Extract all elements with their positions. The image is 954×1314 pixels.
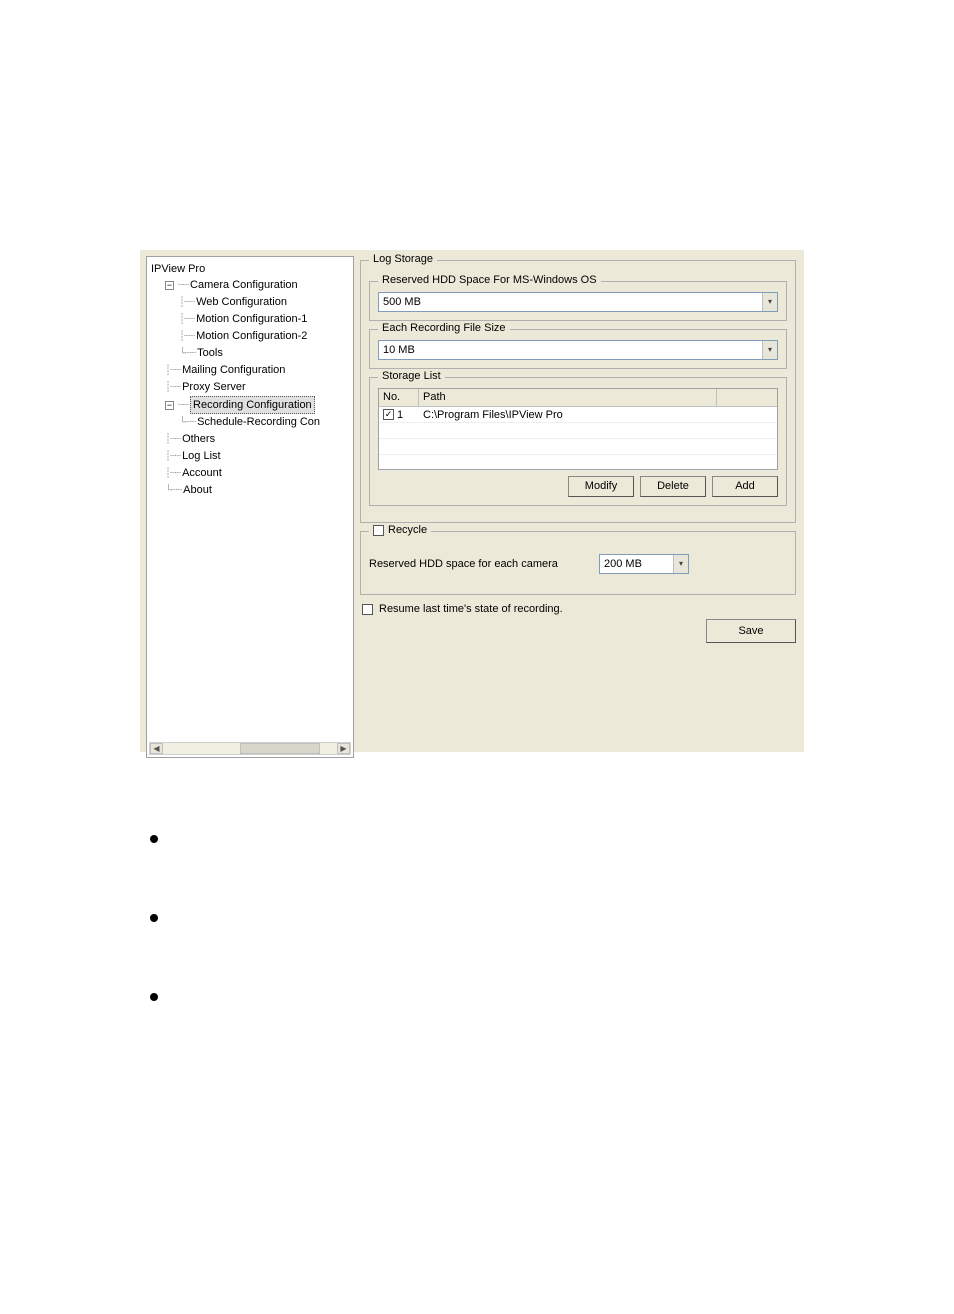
storage-list-group: Storage List No. Path ✓ 1 C:\Pr — [369, 377, 787, 506]
tree-item-proxy[interactable]: Proxy Server — [182, 379, 246, 395]
filesize-legend: Each Recording File Size — [378, 322, 510, 334]
reserved-os-legend: Reserved HDD Space For MS-Windows OS — [378, 274, 601, 286]
scroll-left-icon[interactable]: ◀ — [150, 743, 163, 754]
tree-item-about[interactable]: About — [183, 482, 212, 498]
log-storage-group: Log Storage Reserved HDD Space For MS-Wi… — [360, 260, 796, 523]
row-no: 1 — [397, 407, 403, 423]
scroll-right-icon[interactable]: ▶ — [337, 743, 350, 754]
tree-root-label[interactable]: IPView Pro — [151, 261, 205, 277]
resume-label: Resume last time's state of recording. — [379, 603, 563, 615]
recycle-checkbox[interactable] — [373, 525, 384, 536]
scroll-thumb[interactable] — [240, 743, 320, 754]
tree-item-others[interactable]: Others — [182, 431, 215, 447]
filesize-select[interactable]: 10 MB ▾ — [378, 340, 778, 360]
add-button[interactable]: Add — [712, 476, 778, 497]
recycle-value: 200 MB — [604, 558, 642, 570]
storage-buttons: Modify Delete Add — [378, 476, 778, 497]
modify-button[interactable]: Modify — [568, 476, 634, 497]
table-row — [379, 455, 777, 471]
tree-item-recording[interactable]: Recording Configuration — [190, 396, 315, 414]
chevron-down-icon[interactable]: ▾ — [673, 555, 688, 573]
tree-item-motion1[interactable]: Motion Configuration-1 — [196, 311, 307, 327]
tree-item-loglist[interactable]: Log List — [182, 448, 221, 464]
tree-item-tools[interactable]: Tools — [197, 345, 223, 361]
save-button[interactable]: Save — [706, 619, 796, 643]
tree-item-schedule[interactable]: Schedule-Recording Con — [197, 414, 320, 430]
recycle-legend-text: Recycle — [388, 524, 427, 536]
row-checkbox[interactable]: ✓ — [383, 409, 394, 420]
reserved-os-value: 500 MB — [383, 296, 421, 308]
bullet-icon — [150, 914, 158, 922]
tree-item-web-config[interactable]: Web Configuration — [196, 294, 287, 310]
settings-window: IPView Pro −┈┈Camera Configuration ┊┈┈We… — [140, 250, 804, 752]
recycle-legend: Recycle — [369, 524, 431, 536]
resume-row: Resume last time's state of recording. — [362, 603, 796, 615]
delete-button[interactable]: Delete — [640, 476, 706, 497]
reserved-os-select[interactable]: 500 MB ▾ — [378, 292, 778, 312]
bullet-icon — [150, 993, 158, 1001]
table-row — [379, 439, 777, 455]
nav-tree-panel: IPView Pro −┈┈Camera Configuration ┊┈┈We… — [146, 256, 354, 758]
bullet-item — [150, 990, 800, 1001]
col-no[interactable]: No. — [379, 389, 419, 406]
bullet-icon — [150, 835, 158, 843]
collapse-icon[interactable]: − — [165, 401, 174, 410]
chevron-down-icon[interactable]: ▾ — [762, 341, 777, 359]
content-pane: Log Storage Reserved HDD Space For MS-Wi… — [354, 250, 804, 752]
tree-hscrollbar[interactable]: ◀ ▶ — [149, 742, 351, 755]
tree-item-camera-config[interactable]: Camera Configuration — [190, 277, 298, 293]
recycle-label: Reserved HDD space for each camera — [369, 558, 589, 570]
log-storage-legend: Log Storage — [369, 253, 437, 265]
collapse-icon[interactable]: − — [165, 281, 174, 290]
col-path[interactable]: Path — [419, 389, 717, 406]
filesize-group: Each Recording File Size 10 MB ▾ — [369, 329, 787, 369]
tree-item-account[interactable]: Account — [182, 465, 222, 481]
table-row[interactable]: ✓ 1 C:\Program Files\IPView Pro — [379, 407, 777, 423]
reserved-os-group: Reserved HDD Space For MS-Windows OS 500… — [369, 281, 787, 321]
table-row — [379, 423, 777, 439]
filesize-value: 10 MB — [383, 344, 415, 356]
storage-table: No. Path ✓ 1 C:\Program Files\IPView Pro — [378, 388, 778, 470]
bullet-item — [150, 832, 800, 843]
storage-list-legend: Storage List — [378, 370, 445, 382]
col-spacer — [717, 389, 777, 406]
resume-checkbox[interactable] — [362, 604, 373, 615]
tree-item-motion2[interactable]: Motion Configuration-2 — [196, 328, 307, 344]
chevron-down-icon[interactable]: ▾ — [762, 293, 777, 311]
nav-tree[interactable]: IPView Pro −┈┈Camera Configuration ┊┈┈We… — [151, 261, 353, 499]
row-path: C:\Program Files\IPView Pro — [419, 407, 777, 422]
recycle-select[interactable]: 200 MB ▾ — [599, 554, 689, 574]
recycle-group: Recycle Reserved HDD space for each came… — [360, 531, 796, 595]
bullet-item — [150, 911, 800, 922]
tree-item-mailing[interactable]: Mailing Configuration — [182, 362, 285, 378]
table-header: No. Path — [379, 389, 777, 407]
body-text — [150, 832, 800, 1001]
